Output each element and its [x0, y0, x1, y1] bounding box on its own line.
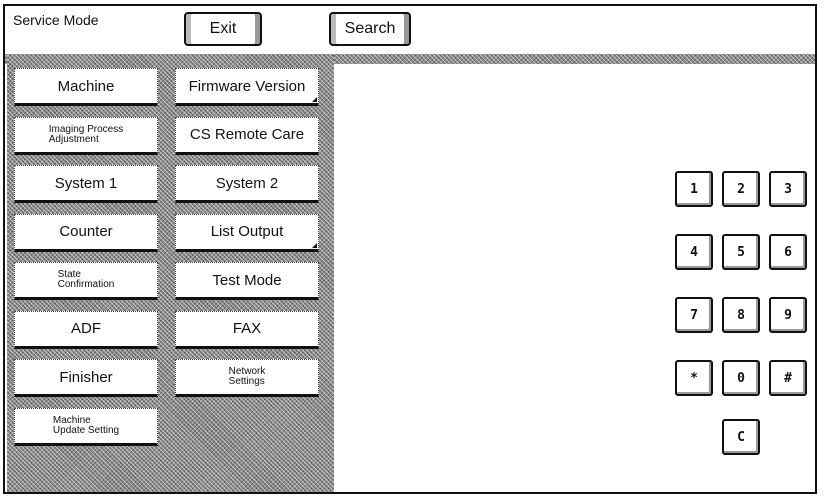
menu-button-label: System 2	[215, 174, 279, 192]
keypad-key-2[interactable]: 2	[722, 171, 760, 207]
keypad-clear-button[interactable]: C	[722, 419, 760, 455]
menu-button-label: Finisher	[59, 368, 113, 386]
menu-button-label: System 1	[54, 174, 118, 192]
keypad-key-6[interactable]: 6	[769, 234, 807, 270]
menu-button-imaging-process-adjustment[interactable]: Imaging Process Adjustment	[14, 116, 158, 155]
keypad-key-5[interactable]: 5	[722, 234, 760, 270]
menu-button-label: FAX	[232, 320, 262, 337]
submenu-indicator-icon	[312, 97, 317, 102]
exit-button[interactable]: Exit	[184, 12, 262, 46]
menu-button-counter[interactable]: Counter	[14, 213, 158, 252]
keypad-key-0[interactable]: 0	[722, 360, 760, 396]
menu-button-label: Machine Update Setting	[52, 414, 120, 436]
menu-button-label: Firmware Version	[188, 77, 306, 95]
menu-button-label: Imaging Process Adjustment	[48, 123, 124, 145]
menu-button-machine-update-setting[interactable]: Machine Update Setting	[14, 407, 158, 446]
keypad-key-9[interactable]: 9	[769, 297, 807, 333]
menu-button-firmware-version[interactable]: Firmware Version	[175, 68, 319, 106]
menu-button-label: ADF	[71, 320, 101, 337]
menu-button-label: Test Mode	[212, 271, 282, 289]
menu-button-machine[interactable]: Machine	[14, 68, 158, 106]
submenu-indicator-icon	[312, 242, 317, 248]
menu-button-label: Network Settings	[228, 366, 266, 387]
keypad-key-3[interactable]: 3	[769, 171, 807, 207]
page-title: Service Mode	[13, 12, 99, 28]
keypad-key-1[interactable]: 1	[675, 171, 713, 207]
keypad-key-star[interactable]: *	[675, 360, 713, 396]
menu-button-finisher[interactable]: Finisher	[14, 359, 158, 397]
keypad-key-4[interactable]: 4	[675, 234, 713, 270]
menu-button-system-2[interactable]: System 2	[175, 165, 319, 203]
menu-button-adf[interactable]: ADF	[14, 310, 158, 349]
menu-button-system-1[interactable]: System 1	[14, 165, 158, 203]
menu-button-label: CS Remote Care	[189, 126, 305, 143]
menu-button-list-output[interactable]: List Output	[175, 213, 319, 252]
menu-button-test-mode[interactable]: Test Mode	[175, 262, 319, 300]
menu-button-network-settings[interactable]: Network Settings	[175, 359, 319, 397]
search-button[interactable]: Search	[329, 12, 411, 46]
keypad-key-hash[interactable]: #	[769, 360, 807, 396]
menu-button-label: List Output	[210, 223, 284, 240]
menu-button-label: State Confirmation	[57, 269, 115, 290]
menu-button-state-confirmation[interactable]: State Confirmation	[14, 262, 158, 300]
keypad-key-8[interactable]: 8	[722, 297, 760, 333]
keypad-key-7[interactable]: 7	[675, 297, 713, 333]
menu-button-label: Counter	[59, 223, 113, 240]
menu-button-label: Machine	[57, 77, 115, 95]
menu-button-cs-remote-care[interactable]: CS Remote Care	[175, 116, 319, 155]
menu-button-fax[interactable]: FAX	[175, 310, 319, 349]
